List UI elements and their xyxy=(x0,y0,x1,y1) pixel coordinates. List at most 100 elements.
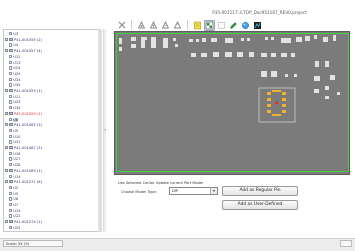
file-icon xyxy=(9,100,13,104)
tree-file-item[interactable]: U34 xyxy=(9,106,20,111)
measure-icon[interactable] xyxy=(172,20,183,31)
tree-folder-item[interactable]: P41-001059 (1) xyxy=(5,112,42,117)
tree-folder-item[interactable]: P41-001055 (2) xyxy=(5,38,42,43)
tree-folder-item[interactable]: P41-001065 (3) xyxy=(5,123,42,128)
expand-toggle-icon[interactable] xyxy=(5,112,8,115)
tree-item-label: P41-001065 (3) xyxy=(14,123,42,128)
add-regular-pin-button[interactable]: Add as Regular Pin xyxy=(222,186,298,196)
tree-file-item[interactable]: U5 xyxy=(9,191,18,197)
tree-file-item[interactable]: U11 xyxy=(9,94,20,100)
tree-folder-item[interactable]: P41-001057 (4) xyxy=(5,49,42,54)
color-icon[interactable] xyxy=(240,20,251,31)
pencil-icon[interactable] xyxy=(228,20,239,31)
tree-item-label: U29 xyxy=(13,71,21,76)
expand-toggle-icon[interactable] xyxy=(5,146,8,150)
expand-toggle-icon[interactable] xyxy=(5,169,8,172)
tree-folder-item[interactable]: P41-001059 (1) xyxy=(5,89,42,94)
tree-file-item[interactable]: U12 xyxy=(9,54,21,60)
expand-toggle-icon[interactable] xyxy=(5,180,8,184)
tree-item-label: U13 xyxy=(13,60,21,65)
file-icon xyxy=(9,203,13,207)
collapse-arrow-icon[interactable]: « xyxy=(104,127,106,132)
status-bar-panel xyxy=(340,240,352,247)
zoom-out-icon[interactable] xyxy=(160,20,171,31)
split-divider[interactable]: « xyxy=(103,29,106,232)
tree-item-label: U8 xyxy=(13,117,19,122)
zoom-in-icon[interactable] xyxy=(148,20,159,31)
file-icon xyxy=(9,106,13,110)
tree-file-item[interactable]: U35 xyxy=(9,83,20,88)
tree-file-item[interactable]: U9 xyxy=(9,128,18,134)
expand-toggle-icon[interactable] xyxy=(5,37,8,41)
part-tree[interactable]: U3 P41-001055 (2) U4 P41-001057 (4) U12 U13 U2… xyxy=(3,29,102,232)
file-icon xyxy=(9,151,13,156)
file-icon xyxy=(9,163,13,167)
file-icon xyxy=(9,43,13,47)
tree-file-item[interactable]: U13 xyxy=(9,60,21,66)
tree-scrollbar-thumb[interactable] xyxy=(99,29,102,232)
tree-file-item[interactable]: U10 xyxy=(9,134,20,140)
tree-item-label: P41-001059 (1) xyxy=(14,89,42,93)
tree-item-label: U31 xyxy=(13,140,21,145)
expand-toggle-icon[interactable] xyxy=(5,49,8,53)
board-canvas[interactable] xyxy=(114,31,350,175)
tree-file-item[interactable]: U28 xyxy=(9,163,20,168)
status-message: Use Selected Center Update current Part … xyxy=(118,181,204,185)
file-icon xyxy=(9,83,13,87)
toolbar-separator xyxy=(131,20,132,30)
highlight-icon[interactable] xyxy=(192,20,203,31)
palette-icon[interactable] xyxy=(252,20,263,31)
tree-item-label: P41-001057 (4) xyxy=(14,49,42,54)
tree-file-item[interactable]: U16 xyxy=(9,151,20,157)
tree-item-label: U27 xyxy=(13,157,21,162)
tree-folder-item[interactable]: P41-001071 (6) xyxy=(5,180,42,185)
select-icon[interactable] xyxy=(216,20,227,31)
tree-item-label: P41-001067 (3) xyxy=(14,146,42,150)
tree-file-item[interactable]: U25 xyxy=(9,225,21,231)
tree-scrollbar[interactable] xyxy=(98,29,102,232)
tree-item-label: U12 xyxy=(13,54,21,59)
file-icon xyxy=(9,128,13,133)
tree-file-item[interactable]: U27 xyxy=(9,157,20,162)
expand-toggle-icon[interactable] xyxy=(5,220,8,224)
toolbar-separator xyxy=(187,20,188,30)
tree-file-item[interactable]: U31 xyxy=(9,140,20,145)
tree-file-item[interactable]: U22 xyxy=(9,214,20,219)
tree-file-item[interactable]: U6 xyxy=(9,197,18,202)
tree-file-item[interactable]: U7 xyxy=(9,203,18,208)
expand-toggle-icon[interactable] xyxy=(5,89,8,93)
add-user-defined-button[interactable]: Add as User-Defined xyxy=(222,200,298,210)
tree-file-item[interactable]: U24 xyxy=(9,66,20,71)
tree-file-item[interactable]: U2 xyxy=(9,185,18,191)
tree-file-item[interactable]: U29 xyxy=(9,71,21,77)
zoom-fit-icon[interactable] xyxy=(136,20,147,31)
model-type-select[interactable]: DIP xyxy=(169,187,218,195)
tree-file-item[interactable]: U33 xyxy=(9,77,20,83)
tree-file-item[interactable]: U14 xyxy=(9,208,20,214)
scale-readout: Scale: 5X (9) xyxy=(3,240,63,247)
tree-item-label: U6 xyxy=(13,197,19,202)
tree-file-item[interactable]: U3 xyxy=(9,32,18,37)
tree-folder-item[interactable]: P41-001074 (1) xyxy=(5,220,42,225)
file-icon xyxy=(9,197,13,201)
tree-file-item[interactable]: U23 xyxy=(9,100,20,105)
tree-file-item[interactable]: U4 xyxy=(9,43,18,48)
chevron-down-icon[interactable] xyxy=(210,188,217,194)
tree-folder-item[interactable]: P41-001067 (3) xyxy=(5,146,42,151)
tree-file-item[interactable]: U14 xyxy=(9,174,21,180)
file-icon xyxy=(9,54,13,59)
close-icon[interactable] xyxy=(116,20,127,31)
folder-icon xyxy=(9,89,13,93)
tree-item-label: U25 xyxy=(13,225,21,230)
tree-file-item[interactable]: U8 xyxy=(9,117,19,123)
tree-item-label: U35 xyxy=(13,83,21,88)
tree-item-label: U14 xyxy=(13,174,21,179)
tree-item-label: U34 xyxy=(13,106,21,111)
expand-toggle-icon[interactable] xyxy=(5,123,8,127)
folder-icon xyxy=(9,37,13,41)
model-type-value: DIP xyxy=(172,189,178,193)
file-icon xyxy=(9,117,13,121)
tree-folder-item[interactable]: P41-001069 (1) xyxy=(5,169,42,174)
layer-icon[interactable] xyxy=(204,19,215,31)
file-icon xyxy=(9,185,13,190)
